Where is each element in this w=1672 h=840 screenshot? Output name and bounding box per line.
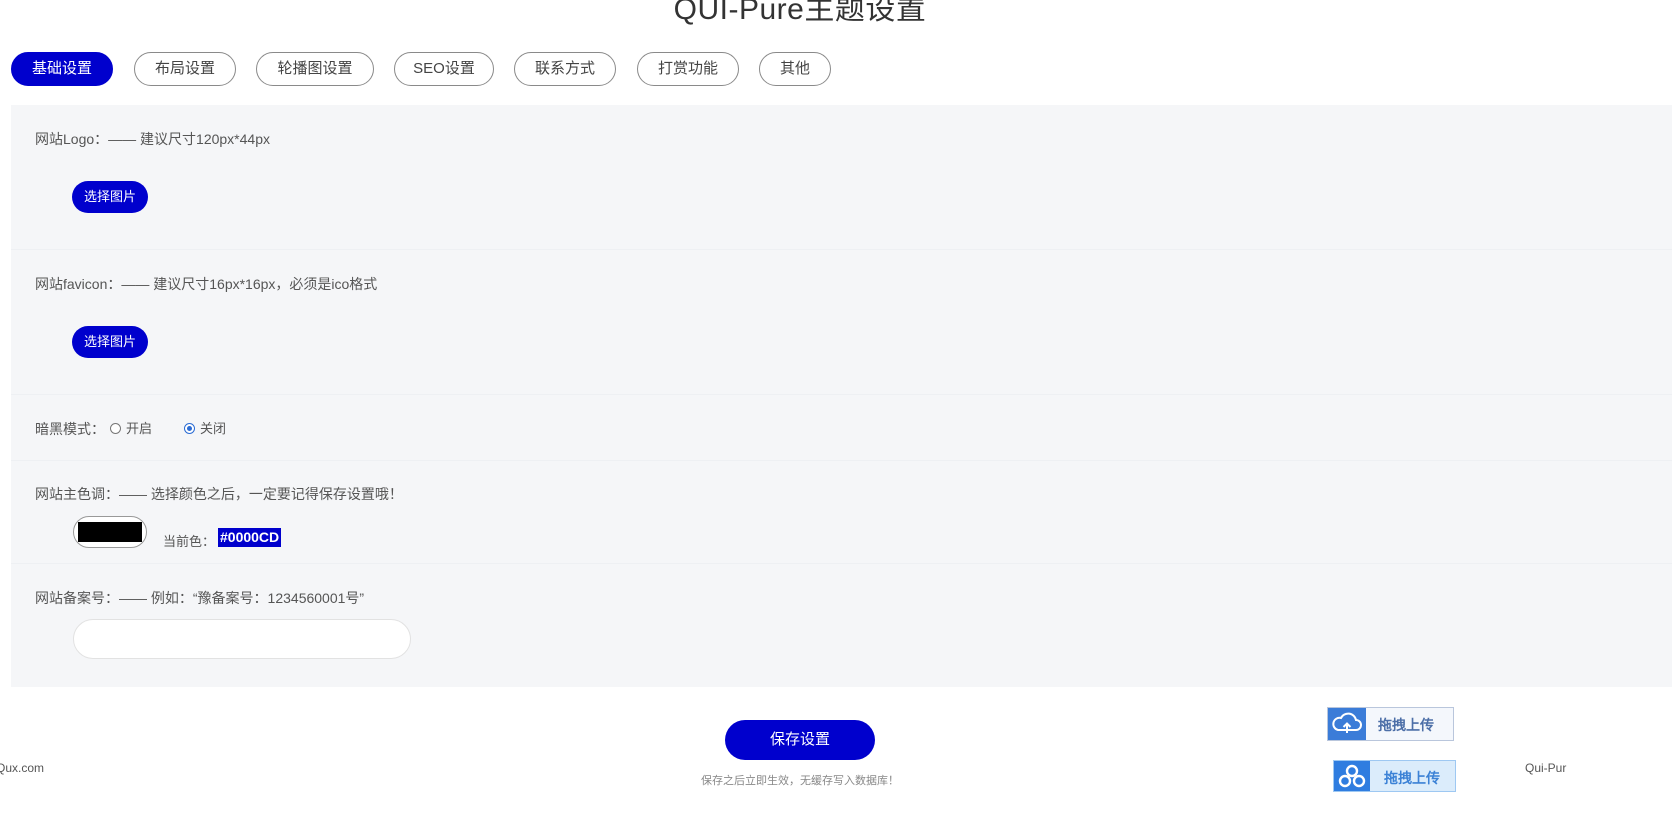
- drag-upload-label: 拖拽上传: [1378, 717, 1434, 733]
- tab-basic[interactable]: 基础设置: [11, 52, 113, 86]
- page-title: QUI-Pure主题设置: [673, 0, 927, 26]
- footer-site-link[interactable]: Qux.com: [0, 761, 44, 775]
- settings-panel: 网站Logo：—— 建议尺寸120px*44px 选择图片 网站favicon：…: [11, 105, 1672, 687]
- dark-mode-on-option[interactable]: 开启: [110, 418, 152, 437]
- drag-upload-button[interactable]: 拖拽上传: [1327, 707, 1454, 741]
- cloud-upload-icon: [1328, 708, 1366, 740]
- current-color-label: 当前色：: [163, 534, 216, 549]
- cloud-share-icon: [1334, 761, 1370, 791]
- logo-select-image-button[interactable]: 选择图片: [72, 181, 148, 213]
- tab-seo[interactable]: SEO设置: [394, 52, 494, 86]
- dark-mode-off-option[interactable]: 关闭: [184, 418, 226, 437]
- drag-upload-label-alt: 拖拽上传: [1384, 770, 1440, 786]
- tab-carousel[interactable]: 轮播图设置: [256, 52, 374, 86]
- icp-label: 网站备案号：—— 例如：“豫备案号：1234560001号”: [35, 590, 365, 606]
- tab-reward[interactable]: 打赏功能: [637, 52, 739, 86]
- favicon-label: 网站favicon：—— 建议尺寸16px*16px，必须是ico格式: [35, 276, 378, 292]
- dark-mode-off-label: 关闭: [200, 421, 227, 436]
- dark-mode-on-label: 开启: [126, 421, 153, 436]
- dark-mode-label: 暗黑模式：: [35, 421, 105, 437]
- theme-color-label: 网站主色调：—— 选择颜色之后，一定要记得保存设置哦！: [35, 486, 403, 502]
- color-picker[interactable]: [73, 516, 147, 548]
- icp-number-input[interactable]: [73, 619, 411, 659]
- save-settings-button[interactable]: 保存设置: [725, 720, 875, 760]
- color-swatch: [78, 522, 142, 542]
- tab-layout[interactable]: 布局设置: [134, 52, 236, 86]
- row-divider: [11, 249, 1672, 250]
- row-divider: [11, 563, 1672, 564]
- current-color-value: #0000CD: [218, 528, 282, 547]
- drag-upload-button-alt[interactable]: 拖拽上传: [1333, 760, 1456, 792]
- row-divider: [11, 394, 1672, 395]
- radio-button-checked[interactable]: [184, 423, 195, 434]
- row-divider: [11, 460, 1672, 461]
- tab-other[interactable]: 其他: [759, 52, 831, 86]
- favicon-select-image-button[interactable]: 选择图片: [72, 326, 148, 358]
- tab-contact[interactable]: 联系方式: [514, 52, 616, 86]
- logo-label: 网站Logo：—— 建议尺寸120px*44px: [35, 131, 270, 147]
- footer-theme-name[interactable]: Qui-Pur: [1525, 761, 1566, 775]
- radio-button[interactable]: [110, 423, 121, 434]
